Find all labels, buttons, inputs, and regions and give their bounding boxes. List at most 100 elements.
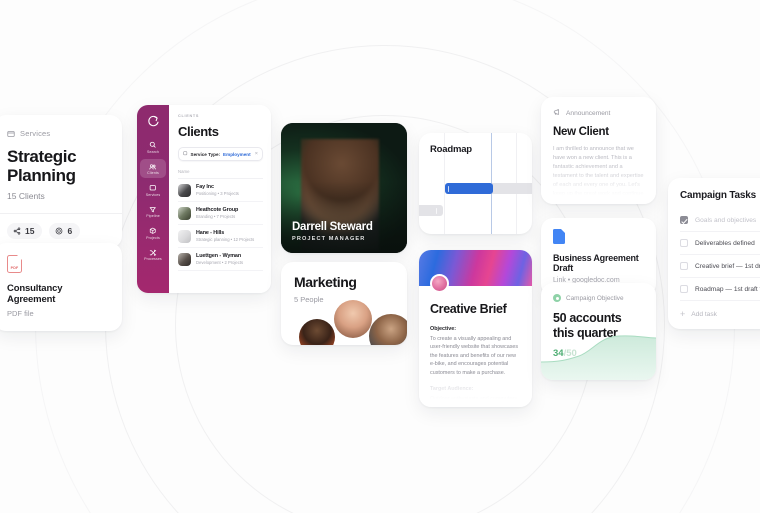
client-meta: Development • 2 Projects (196, 260, 244, 266)
target-dot-icon (553, 294, 561, 302)
avatar (178, 252, 191, 266)
client-name: Hane - Hills (196, 229, 225, 236)
announcement-eyebrow: Announcement (553, 108, 644, 118)
target-stat-value: 6 (67, 226, 73, 236)
google-doc-icon (553, 229, 565, 244)
sidebar-item-pipeline[interactable]: Pipeline (140, 202, 166, 222)
avatar (334, 300, 372, 338)
person-text: Darrell Steward PROJECT MANAGER (292, 221, 373, 242)
client-meta: Branding • 7 Projects (196, 214, 236, 220)
client-list-item[interactable]: Fay Inc Positioning • 3 Projects (178, 179, 263, 202)
bar-handle (448, 185, 450, 192)
tag-icon (183, 151, 188, 157)
sidebar-label-search: Search (147, 149, 159, 154)
clients-breadcrumb: CLIENTS (178, 114, 200, 118)
roadmap-bar-upcoming[interactable] (491, 183, 532, 194)
marketing-subtitle: 5 People (294, 295, 324, 304)
sidebar-label-services: Services (145, 192, 161, 197)
share-icon (13, 227, 21, 235)
task-checkbox[interactable] (680, 262, 688, 270)
folder-icon (7, 130, 15, 138)
sidebar-item-services[interactable]: Services (140, 180, 166, 200)
task-row[interactable]: Roadmap — 1st draft for (680, 278, 760, 301)
close-icon[interactable]: × (255, 151, 258, 157)
objective-title-line-1: 50 accounts (553, 311, 622, 325)
sidebar-item-search[interactable]: Search (140, 137, 166, 157)
task-row[interactable]: Deliverables defined (680, 232, 760, 255)
bar-handle (436, 207, 438, 214)
fade-overlay (541, 162, 656, 204)
megaphone-icon (553, 108, 561, 118)
strategic-planning-title: Strategic Planning (7, 147, 109, 185)
share-stat-pill[interactable]: 15 (7, 223, 43, 239)
consultancy-agreement-card[interactable]: Consultancy Agreement PDF file (0, 243, 122, 331)
avatar (299, 319, 335, 345)
services-eyebrow: Services (7, 129, 109, 138)
target-stat-pill[interactable]: 6 (49, 223, 81, 239)
strategic-planning-subtitle: 15 Clients (7, 191, 45, 201)
marketing-title: Marketing (294, 274, 357, 290)
funnel-icon (149, 206, 157, 214)
roadmap-bar-active[interactable] (445, 183, 493, 194)
announcement-eyebrow-label: Announcement (566, 109, 611, 117)
task-checkbox[interactable] (680, 239, 688, 247)
campaign-objective-eyebrow: Campaign Objective (553, 294, 644, 302)
title-line-1: Strategic (7, 147, 77, 166)
client-name: Fay Inc (196, 183, 214, 190)
sidebar-label-processes: Processes (144, 257, 162, 261)
roadmap-bar-past[interactable] (419, 205, 443, 216)
pdf-file-icon (7, 255, 22, 273)
app-sidebar: Search Clients Services Pipeline Project… (137, 105, 169, 293)
client-list-item[interactable]: Hane - Hills Strategic planning • 12 Pro… (178, 225, 263, 248)
objective-heading: Objective: (430, 326, 457, 332)
roadmap-card[interactable]: Roadmap (419, 133, 532, 234)
client-row-text: Luettgen - Wyman Development • 2 Project… (196, 253, 243, 266)
person-role: PROJECT MANAGER (292, 236, 366, 242)
campaign-tasks-title: Campaign Tasks (680, 190, 756, 201)
task-label: Creative brief — 1st draft (695, 262, 760, 270)
sidebar-item-projects[interactable]: Projects (140, 223, 166, 243)
client-name: Luettgen - Wyman (196, 252, 242, 259)
shuffle-icon (149, 249, 157, 257)
task-checkbox[interactable] (680, 216, 688, 224)
campaign-objective-card[interactable]: Campaign Objective 50 accounts this quar… (541, 283, 656, 380)
clients-column-header-name: Name (178, 169, 263, 179)
campaign-tasks-panel[interactable]: Campaign Tasks Goals and objectives Deli… (668, 178, 760, 329)
avatar (178, 229, 191, 243)
roadmap-title: Roadmap (430, 144, 472, 155)
strategic-planning-card[interactable]: Services Strategic Planning 15 Clients 1… (0, 115, 122, 248)
filter-chip-key: Service Type: (190, 151, 221, 157)
announcement-title: New Client (553, 126, 609, 138)
plus-icon: + (680, 309, 686, 319)
clients-app-window[interactable]: Search Clients Services Pipeline Project… (137, 105, 271, 293)
client-name: Heathcote Group (196, 206, 239, 213)
sidebar-item-processes[interactable]: Processes (140, 245, 166, 265)
client-meta: Strategic planning • 12 Projects (196, 237, 255, 243)
app-canvas: Services Strategic Planning 15 Clients 1… (0, 0, 760, 513)
client-list-item[interactable]: Luettgen - Wyman Development • 2 Project… (178, 248, 263, 271)
task-checkbox[interactable] (680, 285, 688, 293)
marketing-team-card[interactable]: Marketing 5 People (281, 262, 407, 345)
target-icon (55, 227, 63, 235)
cube-icon (149, 227, 157, 235)
add-task-button[interactable]: + Add task (680, 301, 760, 319)
sidebar-label-clients: Clients (147, 171, 159, 175)
announcement-card[interactable]: Announcement New Client I am thrilled to… (541, 97, 656, 204)
task-row[interactable]: Goals and objectives (680, 209, 760, 232)
fade-overlay (419, 373, 532, 407)
consultancy-agreement-title: Consultancy Agreement (7, 283, 63, 305)
app-logo-icon[interactable] (146, 114, 160, 128)
person-profile-card[interactable]: Darrell Steward PROJECT MANAGER (281, 123, 407, 253)
client-row-text: Fay Inc Positioning • 3 Projects (196, 184, 239, 197)
client-row-text: Heathcote Group Branding • 7 Projects (196, 207, 238, 220)
service-type-filter-chip[interactable]: Service Type: Employment × (178, 147, 263, 161)
task-row[interactable]: Creative brief — 1st draft (680, 255, 760, 278)
sidebar-item-clients[interactable]: Clients (140, 158, 166, 178)
task-label: Goals and objectives (695, 216, 757, 224)
client-list-item[interactable]: Heathcote Group Branding • 7 Projects (178, 202, 263, 225)
task-label: Deliverables defined (695, 239, 755, 247)
creative-brief-card[interactable]: Creative Brief Objective: To create a vi… (419, 250, 532, 407)
services-eyebrow-label: Services (20, 129, 51, 138)
client-row-text: Hane - Hills Strategic planning • 12 Pro… (196, 230, 254, 243)
people-icon (149, 163, 157, 171)
